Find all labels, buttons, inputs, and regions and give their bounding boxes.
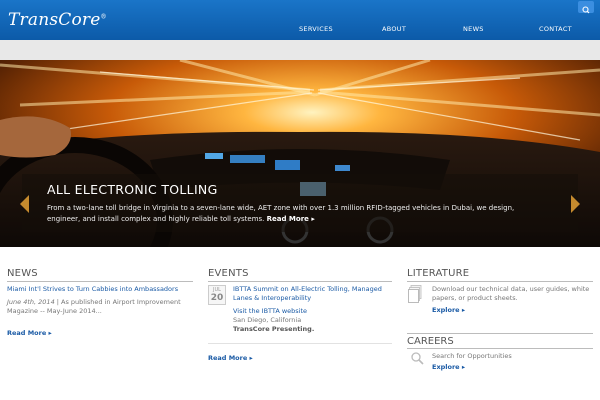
search-icon: [582, 6, 590, 14]
search-button[interactable]: [578, 1, 594, 14]
hero-text: From a two-lane toll bridge in Virginia …: [47, 203, 547, 224]
news-date: June 4th, 2014: [7, 298, 55, 306]
hero-read-more[interactable]: Read More ▸: [267, 215, 315, 223]
search-icon-large: [411, 352, 424, 365]
sub-bar: [0, 40, 600, 60]
nav-contact[interactable]: CONTACT: [539, 25, 572, 33]
event-headline-link[interactable]: IBTTA Summit on All-Electric Tolling, Ma…: [233, 285, 383, 303]
events-heading: EVENTS: [208, 268, 249, 279]
news-heading: NEWS: [7, 268, 38, 279]
careers-heading: CAREERS: [407, 336, 454, 347]
events-divider: [208, 343, 392, 344]
arrow-left-icon[interactable]: [20, 195, 29, 213]
event-website-link[interactable]: Visit the IBTTA website: [233, 307, 307, 315]
calendar-icon: JUL 20: [208, 285, 226, 305]
events-read-more[interactable]: Read More: [208, 354, 253, 362]
literature-explore[interactable]: Explore: [432, 306, 465, 314]
careers-rule: [407, 348, 593, 349]
nav-about[interactable]: ABOUT: [382, 25, 406, 33]
news-headline-link[interactable]: Miami Int'l Strives to Turn Cabbies into…: [7, 285, 178, 293]
literature-rule: [407, 281, 593, 282]
hero-title: ALL ELECTRONIC TOLLING: [47, 182, 218, 197]
events-rule: [208, 281, 392, 282]
event-location: San Diego, California: [233, 316, 302, 324]
news-read-more[interactable]: Read More: [7, 329, 52, 337]
careers-top-rule: [407, 333, 593, 334]
logo-trademark: ®: [100, 13, 107, 21]
event-day: 20: [210, 293, 224, 303]
site-header: TransCore® SERVICES ABOUT NEWS CONTACT: [0, 0, 600, 40]
nav-services[interactable]: SERVICES: [299, 25, 333, 33]
main-nav: SERVICES ABOUT NEWS CONTACT: [0, 25, 600, 37]
document-icon: [408, 285, 422, 303]
event-presenting: TransCore Presenting.: [233, 325, 315, 333]
careers-text: Search for Opportunities: [432, 352, 512, 360]
arrow-right-icon[interactable]: [571, 195, 580, 213]
nav-news[interactable]: NEWS: [463, 25, 484, 33]
literature-heading: LITERATURE: [407, 268, 470, 279]
careers-explore[interactable]: Explore: [432, 363, 465, 371]
literature-text: Download our technical data, user guides…: [432, 285, 590, 302]
news-rule: [7, 281, 193, 282]
news-meta: June 4th, 2014 | As published in Airport…: [7, 298, 193, 316]
